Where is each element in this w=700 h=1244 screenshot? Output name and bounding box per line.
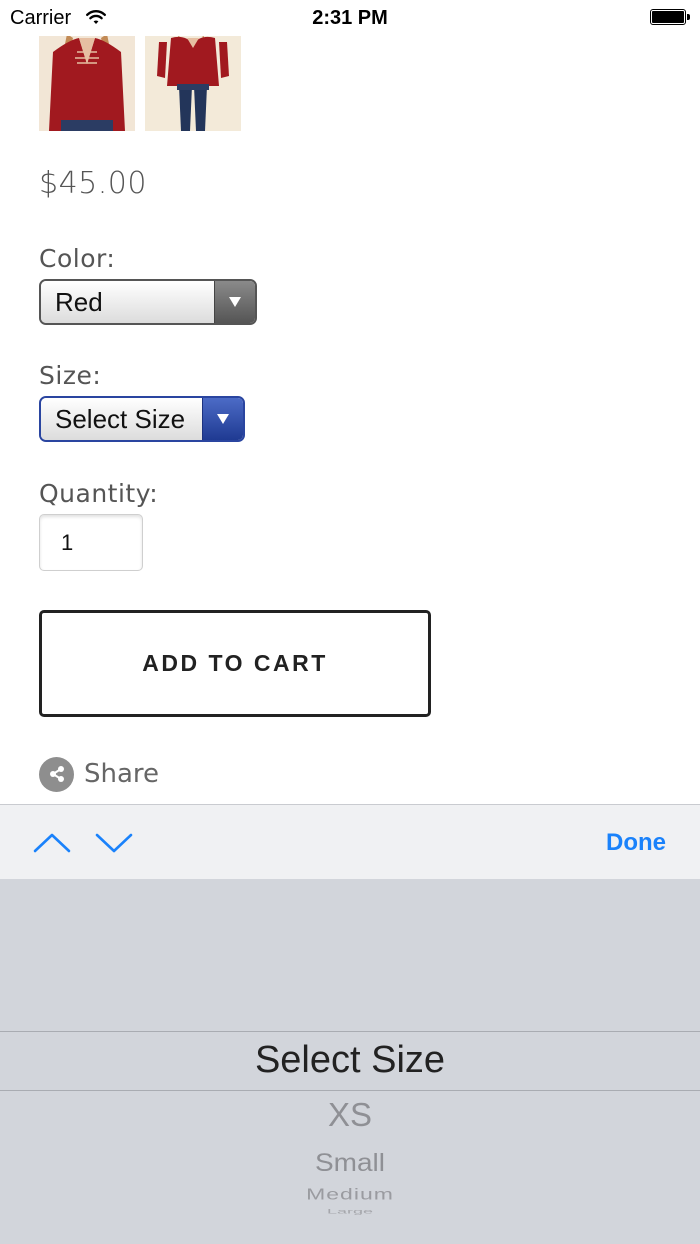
add-to-cart-button[interactable]: ADD TO CART bbox=[39, 610, 431, 717]
done-button[interactable]: Done bbox=[606, 829, 666, 857]
quantity-label: Quantity: bbox=[39, 479, 159, 508]
picker-option[interactable]: Medium bbox=[0, 1185, 700, 1203]
share-button[interactable]: Share bbox=[39, 756, 159, 792]
battery-icon bbox=[650, 9, 690, 25]
chevron-up-icon[interactable] bbox=[32, 829, 72, 859]
picker-option[interactable]: Large bbox=[0, 1208, 700, 1215]
share-label: Share bbox=[84, 759, 160, 789]
chevron-down-icon[interactable] bbox=[94, 827, 134, 857]
picker-toolbar: Done bbox=[0, 804, 700, 879]
color-label: Color: bbox=[39, 244, 116, 273]
picker-option[interactable]: XS bbox=[0, 1096, 700, 1134]
size-label: Size: bbox=[39, 361, 102, 390]
clock: 2:31 PM bbox=[312, 7, 388, 29]
size-select[interactable]: Select Size bbox=[39, 396, 245, 442]
dropdown-arrow-icon bbox=[214, 281, 255, 323]
color-select[interactable]: Red bbox=[39, 279, 257, 325]
product-price: $45.00 bbox=[39, 166, 147, 201]
product-thumbnail-full[interactable] bbox=[145, 34, 241, 131]
picker-option[interactable]: Small bbox=[0, 1149, 700, 1177]
picker-option-selected[interactable]: Select Size bbox=[0, 1039, 700, 1082]
picker-selection-bottom-divider bbox=[0, 1090, 700, 1091]
size-picker-wheel[interactable]: Select Size XS Small Medium Large bbox=[0, 879, 700, 1244]
color-select-value: Red bbox=[41, 281, 214, 323]
quantity-field[interactable]: 1 bbox=[39, 514, 143, 571]
picker-selection-top-divider bbox=[0, 1031, 700, 1032]
dropdown-arrow-icon bbox=[202, 398, 243, 440]
product-thumbnail-front[interactable] bbox=[39, 34, 135, 131]
size-select-value: Select Size bbox=[41, 398, 202, 440]
share-icon bbox=[39, 756, 74, 792]
status-bar: Carrier 2:31 PM bbox=[0, 0, 700, 36]
